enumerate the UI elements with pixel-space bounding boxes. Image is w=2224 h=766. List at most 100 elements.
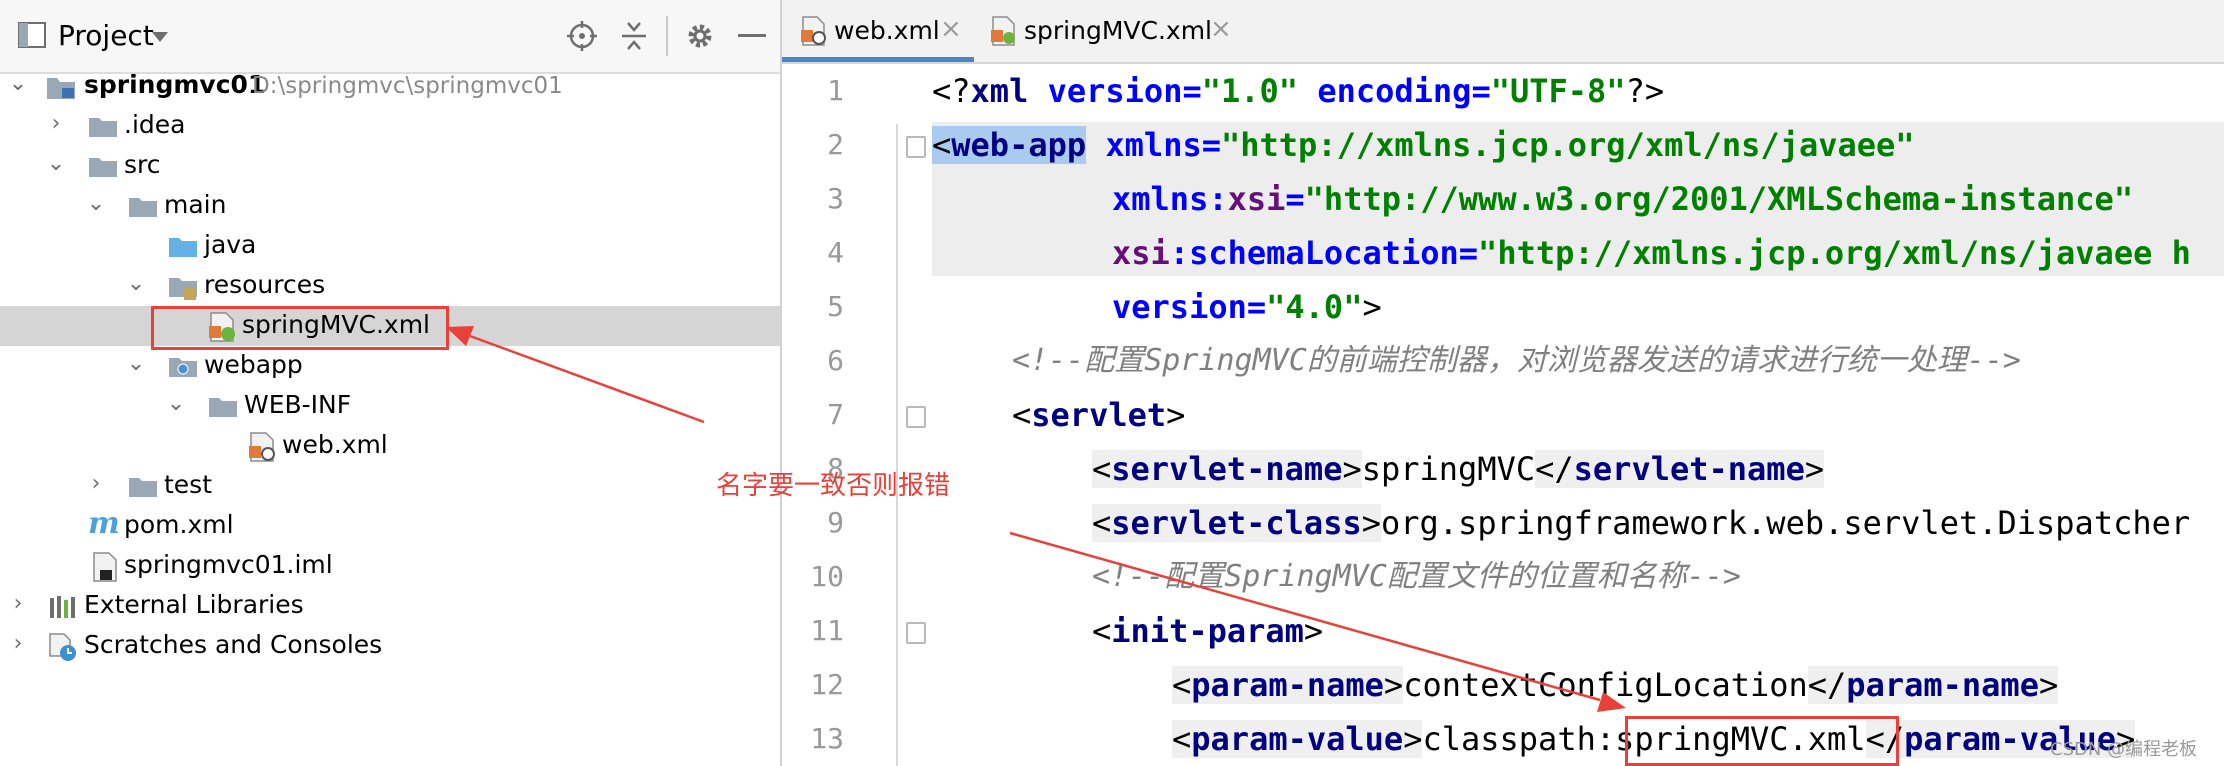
watermark: CSDN @编程老板	[2050, 739, 2198, 760]
code-line-11: <init-param>	[1092, 604, 1323, 658]
code-token: "1.0"	[1201, 72, 1299, 110]
tree-item-idea[interactable]: › .idea	[0, 106, 780, 146]
folder-icon	[89, 118, 117, 137]
tree-item-test[interactable]: › test	[0, 466, 780, 506]
close-icon[interactable]: ×	[1210, 14, 1232, 44]
tree-item-external-libraries[interactable]: › External Libraries	[0, 586, 780, 626]
chevron-right-icon[interactable]: ›	[44, 112, 68, 136]
tree-item-web-xml[interactable]: web.xml	[0, 426, 780, 466]
chevron-down-icon[interactable]: ⌄	[84, 192, 108, 216]
fold-marker-icon[interactable]	[906, 136, 926, 158]
code-token: xsi	[1112, 234, 1170, 272]
close-icon[interactable]: ×	[940, 14, 962, 44]
fold-marker-icon[interactable]	[906, 622, 926, 644]
chevron-down-icon[interactable]: ⌄	[124, 352, 148, 376]
code-line-1: <?xml version="1.0" encoding="UTF-8"?>	[932, 64, 1664, 118]
locate-icon[interactable]	[566, 20, 598, 52]
code-token: servlet	[1031, 396, 1167, 434]
minimize-icon[interactable]	[738, 34, 766, 38]
code-editor: web.xml × springMVC.xml × 1 2 3 4 5 6 7 …	[782, 0, 2224, 766]
code-line-12: <param-name>contextConfigLocation</param…	[1172, 658, 2059, 712]
line-number: 5	[827, 290, 844, 323]
tree-item-resources[interactable]: ⌄ resources	[0, 266, 780, 306]
line-number: 12	[810, 668, 844, 701]
tree-item-label: webapp	[204, 350, 303, 379]
line-number: 4	[827, 236, 844, 269]
tree-item-webapp[interactable]: ⌄ webapp	[0, 346, 780, 386]
code-token: <?	[932, 72, 971, 110]
code-token: springMVC	[1361, 450, 1536, 488]
chevron-down-icon[interactable]: ⌄	[44, 152, 68, 176]
gear-icon[interactable]	[684, 20, 716, 52]
line-number: 2	[827, 128, 844, 161]
tree-item-label: External Libraries	[84, 590, 304, 619]
module-folder-icon	[47, 78, 75, 99]
folder-icon	[89, 158, 117, 177]
tab-label: web.xml	[834, 16, 940, 45]
code-token: xml	[970, 72, 1029, 110]
code-token: <	[1092, 450, 1112, 488]
tree-item-label: pom.xml	[124, 510, 234, 539]
tree-item-iml[interactable]: springmvc01.iml	[0, 546, 780, 586]
chevron-down-icon[interactable]: ⌄	[164, 392, 188, 416]
code-token: xmlns	[1105, 126, 1202, 164]
chevron-right-icon[interactable]: ›	[6, 632, 30, 656]
code-token: <	[1092, 612, 1112, 650]
web-xml-icon	[249, 432, 275, 462]
chevron-down-icon[interactable]: ⌄	[124, 272, 148, 296]
code-token: ?>	[1625, 72, 1665, 110]
tree-item-src[interactable]: ⌄ src	[0, 146, 780, 186]
code-token: =	[1182, 72, 1202, 110]
code-token: <	[1012, 396, 1032, 434]
project-root-label: springmvc01	[84, 70, 266, 99]
code-token: org.springframework.web.servlet.Dispatch…	[1380, 504, 2191, 542]
code-comment: <!--配置SpringMVC配置文件的位置和名称-->	[1092, 559, 1741, 594]
code-token: >	[1361, 504, 1381, 542]
editor-tab-bar: web.xml × springMVC.xml ×	[782, 0, 2224, 64]
project-view-icon[interactable]	[18, 22, 46, 48]
code-token: >	[1342, 450, 1362, 488]
project-title[interactable]: Project	[58, 18, 154, 54]
code-token: param-name	[1191, 666, 1384, 704]
folder-icon	[129, 198, 157, 217]
code-token: >	[1362, 288, 1382, 326]
code-token: xmlns:	[1112, 180, 1228, 218]
tree-item-springmvc01[interactable]: ⌄ springmvc01 D:\springmvc\springmvc01	[0, 66, 780, 106]
tab-label: springMVC.xml	[1024, 16, 1213, 45]
tree-item-scratches[interactable]: › Scratches and Consoles	[0, 626, 780, 666]
chevron-down-icon[interactable]	[150, 30, 170, 44]
tree-item-label: WEB-INF	[244, 390, 352, 419]
resources-folder-icon	[169, 278, 197, 300]
code-line-9: <servlet-class>org.springframework.web.s…	[1092, 496, 2190, 550]
code-token: web-app	[951, 126, 1087, 164]
chevron-right-icon[interactable]: ›	[84, 472, 108, 496]
code-token: :schemaLocation	[1169, 234, 1459, 272]
code-token: encoding	[1298, 72, 1472, 110]
line-number: 11	[810, 614, 844, 647]
source-folder-icon	[169, 238, 197, 257]
chevron-right-icon[interactable]: ›	[6, 592, 30, 616]
tab-springmvc-xml[interactable]: springMVC.xml ×	[988, 0, 1238, 62]
code-token: >	[1804, 450, 1825, 488]
tree-item-java[interactable]: java	[0, 226, 780, 266]
collapse-all-icon[interactable]	[620, 20, 648, 52]
code-token: servlet-class	[1111, 504, 1362, 542]
code-token: param-value	[1191, 720, 1404, 758]
folder-icon	[129, 478, 157, 497]
code-token: "http://www.w3.org/2001/XMLSchema-instan…	[1304, 180, 2134, 218]
tree-item-web-inf[interactable]: ⌄ WEB-INF	[0, 386, 780, 426]
code-token: version	[1028, 72, 1183, 110]
code-line-3: xmlns:xsi="http://www.w3.org/2001/XMLSch…	[1112, 172, 2133, 226]
code-token: param-name	[1846, 666, 2039, 704]
tree-item-pom-xml[interactable]: m pom.xml	[0, 506, 780, 546]
fold-marker-icon[interactable]	[906, 406, 926, 428]
code-token: </	[1807, 666, 1847, 704]
code-token: </	[1535, 450, 1574, 488]
code-area[interactable]: <?xml version="1.0" encoding="UTF-8"?> <…	[932, 64, 2224, 766]
line-number: 13	[810, 722, 844, 755]
tree-item-main[interactable]: ⌄ main	[0, 186, 780, 226]
chevron-down-icon[interactable]: ⌄	[6, 72, 30, 96]
code-token: >	[1166, 396, 1186, 434]
tab-web-xml[interactable]: web.xml ×	[782, 0, 974, 62]
